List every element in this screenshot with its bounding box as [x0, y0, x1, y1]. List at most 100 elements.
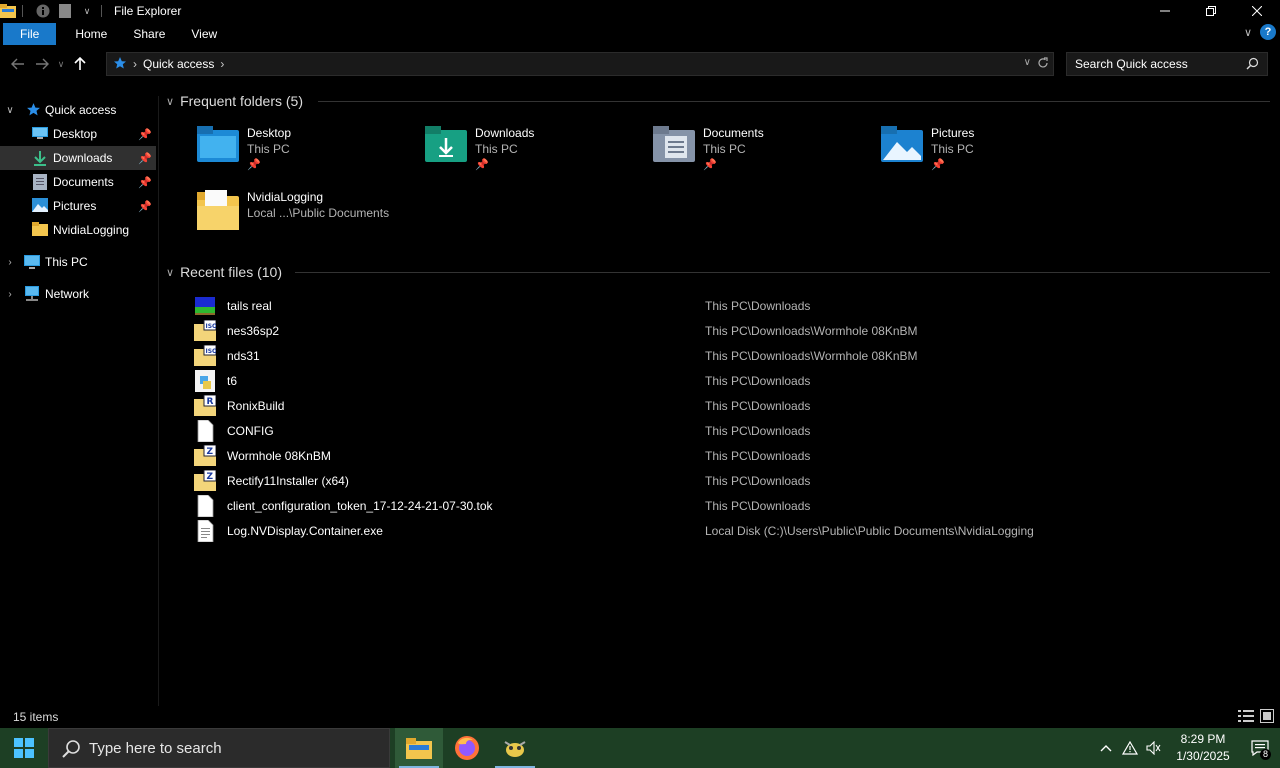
file-name: RonixBuild	[227, 399, 285, 413]
up-button[interactable]	[68, 52, 92, 76]
chevron-up-icon[interactable]	[1094, 728, 1118, 768]
breadcrumb-quick-access[interactable]: Quick access	[143, 57, 214, 71]
view-switcher	[1238, 709, 1274, 726]
breadcrumb-separator-icon[interactable]: ›	[220, 57, 224, 71]
recent-file-row[interactable]: tails real This PC\Downloads	[190, 294, 1190, 319]
tab-file[interactable]: File	[3, 23, 57, 45]
svg-text:Z: Z	[207, 472, 214, 482]
pin-icon[interactable]: 📌	[247, 158, 261, 171]
close-button[interactable]	[1234, 0, 1280, 22]
documents-icon	[33, 174, 49, 190]
file-explorer-app-icon	[0, 3, 16, 19]
sidebar-item-pictures[interactable]: Pictures 📌	[0, 194, 156, 218]
pin-icon[interactable]: 📌	[475, 158, 489, 171]
image-file-icon	[194, 295, 216, 317]
recent-files-header[interactable]: ∨ Recent files (10)	[166, 264, 282, 280]
chevron-right-icon[interactable]: ›	[4, 257, 16, 268]
address-dropdown-icon[interactable]: ∨	[1024, 57, 1031, 72]
folder-tile-desktop[interactable]: Desktop This PC 📌	[197, 126, 417, 182]
restore-button[interactable]	[1188, 0, 1234, 22]
back-button[interactable]	[6, 52, 30, 76]
start-button[interactable]	[0, 728, 48, 768]
recent-file-row[interactable]: ISO nes36sp2 This PC\Downloads\Wormhole …	[190, 319, 1190, 344]
sidebar-item-label: Network	[45, 287, 90, 301]
section-divider	[318, 101, 1270, 102]
svg-text:R: R	[207, 397, 214, 407]
refresh-icon[interactable]	[1037, 56, 1049, 72]
pane-divider[interactable]	[158, 96, 159, 706]
tab-view[interactable]: View	[178, 23, 230, 45]
recent-file-row[interactable]: CONFIG This PC\Downloads	[190, 419, 1190, 444]
file-name: Wormhole 08KnBM	[227, 449, 331, 463]
recent-file-row[interactable]: client_configuration_token_17-12-24-21-0…	[190, 494, 1190, 519]
recent-file-row[interactable]: Z Rectify11Installer (x64) This PC\Downl…	[190, 469, 1190, 494]
sidebar-item-label: Downloads	[53, 151, 113, 165]
minimize-button[interactable]	[1142, 0, 1188, 22]
search-icon	[1246, 57, 1259, 73]
recent-file-row[interactable]: R RonixBuild This PC\Downloads	[190, 394, 1190, 419]
folder-tile-nvidialogging[interactable]: NvidiaLogging Local ...\Public Documents	[197, 190, 417, 246]
chevron-down-icon[interactable]: ∨	[166, 95, 174, 108]
address-bar[interactable]: › Quick access › ∨	[106, 52, 1054, 76]
forward-button[interactable]	[30, 52, 54, 76]
search-icon	[61, 739, 81, 763]
help-icon[interactable]: ?	[1260, 24, 1276, 40]
taskbar-search[interactable]: Type here to search	[48, 728, 390, 768]
ribbon-tabs: File Home Share View ∨ ?	[0, 22, 1280, 46]
folder-icon	[197, 190, 241, 230]
taskbar-app[interactable]	[491, 728, 539, 768]
frequent-folders-header[interactable]: ∨ Frequent folders (5)	[166, 93, 303, 109]
pin-icon[interactable]: 📌	[931, 158, 945, 171]
sidebar-item-quick-access[interactable]: ∨ Quick access	[0, 98, 156, 122]
pin-icon[interactable]: 📌	[138, 152, 152, 165]
chevron-down-icon[interactable]: ∨	[166, 266, 174, 279]
recent-locations-button[interactable]: ∨	[54, 52, 68, 76]
recent-file-row[interactable]: ISO nds31 This PC\Downloads\Wormhole 08K…	[190, 344, 1190, 369]
folder-tile-documents[interactable]: Documents This PC 📌	[653, 126, 873, 182]
file-path: This PC\Downloads	[705, 374, 811, 388]
new-folder-icon[interactable]	[57, 3, 73, 19]
documents-folder-icon	[653, 126, 697, 166]
sidebar-item-documents[interactable]: Documents 📌	[0, 170, 156, 194]
notification-center-button[interactable]: 8	[1240, 728, 1280, 768]
file-name: Rectify11Installer (x64)	[227, 474, 349, 488]
chevron-right-icon[interactable]: ›	[4, 289, 16, 300]
archive-r-icon: R	[194, 394, 217, 417]
file-path: This PC\Downloads	[705, 424, 811, 438]
recent-file-row[interactable]: Z Wormhole 08KnBM This PC\Downloads	[190, 444, 1190, 469]
taskbar-firefox[interactable]	[443, 728, 491, 768]
pin-icon[interactable]: 📌	[138, 200, 152, 213]
properties-icon[interactable]	[35, 3, 51, 19]
pictures-folder-icon	[881, 126, 925, 166]
taskbar-search-input[interactable]: Type here to search	[89, 740, 222, 757]
folder-name: Desktop	[247, 126, 292, 140]
sidebar-item-nvidialogging[interactable]: NvidiaLogging	[0, 218, 156, 242]
recent-file-row[interactable]: t6 This PC\Downloads	[190, 369, 1190, 394]
folder-location: This PC	[931, 142, 974, 156]
chevron-down-icon[interactable]: ∨	[4, 105, 16, 116]
sidebar-item-this-pc[interactable]: › This PC	[0, 250, 156, 274]
wifi-warning-icon[interactable]	[1118, 728, 1142, 768]
large-icons-view-icon[interactable]	[1260, 709, 1274, 726]
tab-share[interactable]: Share	[120, 23, 178, 45]
folder-tile-pictures[interactable]: Pictures This PC 📌	[881, 126, 1101, 182]
search-input[interactable]: Search Quick access	[1075, 57, 1188, 71]
taskbar-file-explorer[interactable]	[395, 728, 443, 768]
details-view-icon[interactable]	[1238, 709, 1254, 726]
customize-toolbar-icon[interactable]: ∨	[79, 3, 95, 19]
sidebar-item-desktop[interactable]: Desktop 📌	[0, 122, 156, 146]
pin-icon[interactable]: 📌	[703, 158, 717, 171]
sidebar-item-label: This PC	[45, 255, 88, 269]
search-box[interactable]: Search Quick access	[1066, 52, 1268, 76]
expand-ribbon-icon[interactable]: ∨	[1244, 26, 1252, 39]
sidebar-item-network[interactable]: › Network	[0, 282, 156, 306]
svg-text:ISO: ISO	[206, 323, 217, 330]
tab-home[interactable]: Home	[62, 23, 120, 45]
pin-icon[interactable]: 📌	[138, 176, 152, 189]
recent-file-row[interactable]: Log.NVDisplay.Container.exe Local Disk (…	[190, 519, 1190, 544]
pin-icon[interactable]: 📌	[138, 128, 152, 141]
taskbar-clock[interactable]: 8:29 PM 1/30/2025	[1166, 731, 1240, 765]
folder-tile-downloads[interactable]: Downloads This PC 📌	[425, 126, 645, 182]
sidebar-item-downloads[interactable]: Downloads 📌	[0, 146, 156, 170]
volume-muted-icon[interactable]	[1142, 728, 1166, 768]
